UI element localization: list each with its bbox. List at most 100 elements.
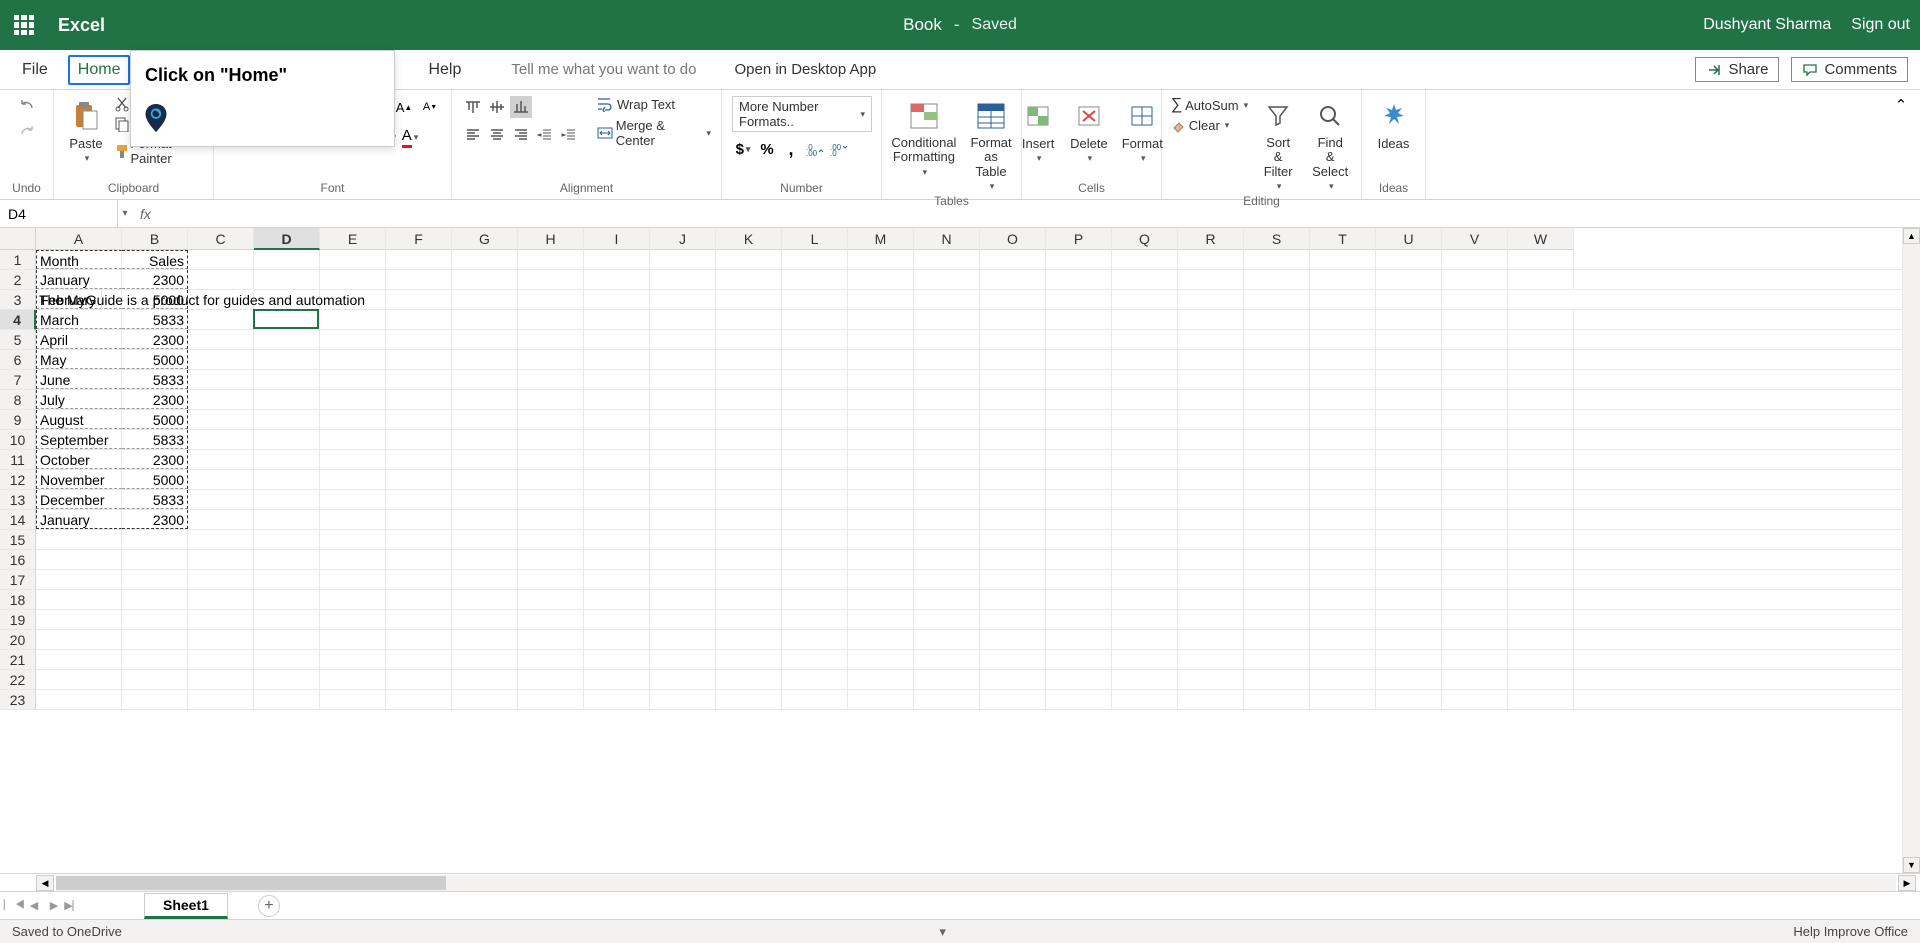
column-header-V[interactable]: V: [1442, 228, 1508, 250]
sheet-nav-last[interactable]: ▶⎸: [64, 899, 84, 913]
share-button[interactable]: Share: [1695, 57, 1779, 82]
cell-F16[interactable]: [386, 550, 452, 569]
cell-U3[interactable]: [1310, 290, 1376, 309]
cell-V1[interactable]: [1442, 250, 1508, 269]
cell-S8[interactable]: [1244, 390, 1310, 409]
cell-V19[interactable]: [1442, 610, 1508, 629]
cell-B2[interactable]: 2300: [122, 270, 188, 289]
cell-A13[interactable]: December: [36, 490, 122, 509]
cell-T6[interactable]: [1310, 350, 1376, 369]
cell-N9[interactable]: [914, 410, 980, 429]
cell-W8[interactable]: [1508, 390, 1574, 409]
cell-H22[interactable]: [518, 670, 584, 689]
cell-K23[interactable]: [716, 690, 782, 709]
cell-Q9[interactable]: [1112, 410, 1178, 429]
cell-E23[interactable]: [320, 690, 386, 709]
cell-Q23[interactable]: [1112, 690, 1178, 709]
cell-S17[interactable]: [1244, 570, 1310, 589]
cell-C9[interactable]: [188, 410, 254, 429]
cell-I3[interactable]: [518, 290, 584, 309]
cell-D20[interactable]: [254, 630, 320, 649]
cell-K13[interactable]: [716, 490, 782, 509]
cell-N7[interactable]: [914, 370, 980, 389]
cell-D11[interactable]: [254, 450, 320, 469]
redo-button[interactable]: [16, 122, 38, 144]
cell-K1[interactable]: [716, 250, 782, 269]
cell-P16[interactable]: [1046, 550, 1112, 569]
find-select-button[interactable]: Find & Select: [1308, 96, 1352, 194]
cell-J1[interactable]: [650, 250, 716, 269]
cell-O5[interactable]: [980, 330, 1046, 349]
cell-L3[interactable]: [716, 290, 782, 309]
scroll-up-button[interactable]: ▲: [1903, 228, 1920, 244]
sheet-nav-first[interactable]: ⎸◀: [4, 899, 24, 912]
cell-I5[interactable]: [584, 330, 650, 349]
cell-U6[interactable]: [1376, 350, 1442, 369]
cell-B8[interactable]: 2300: [122, 390, 188, 409]
cell-T2[interactable]: [1310, 270, 1376, 289]
cell-C21[interactable]: [188, 650, 254, 669]
cell-N8[interactable]: [914, 390, 980, 409]
cell-O8[interactable]: [980, 390, 1046, 409]
cell-R23[interactable]: [1178, 690, 1244, 709]
row-header-16[interactable]: 16: [0, 550, 36, 570]
cell-V18[interactable]: [1442, 590, 1508, 609]
cell-J21[interactable]: [650, 650, 716, 669]
cell-W1[interactable]: [1508, 250, 1574, 269]
cell-D14[interactable]: [254, 510, 320, 529]
cell-B19[interactable]: [122, 610, 188, 629]
delete-cells-button[interactable]: Delete: [1066, 96, 1112, 166]
cell-U19[interactable]: [1376, 610, 1442, 629]
cell-B7[interactable]: 5833: [122, 370, 188, 389]
cell-A1[interactable]: Month: [36, 250, 122, 269]
row-header-20[interactable]: 20: [0, 630, 36, 650]
fx-icon[interactable]: fx: [132, 206, 159, 222]
cell-S13[interactable]: [1244, 490, 1310, 509]
cell-M17[interactable]: [848, 570, 914, 589]
cell-A10[interactable]: September: [36, 430, 122, 449]
cell-N2[interactable]: [914, 270, 980, 289]
cell-K6[interactable]: [716, 350, 782, 369]
cell-V5[interactable]: [1442, 330, 1508, 349]
cell-E21[interactable]: [320, 650, 386, 669]
column-header-I[interactable]: I: [584, 228, 650, 250]
cell-S16[interactable]: [1244, 550, 1310, 569]
user-name[interactable]: Dushyant Sharma: [1703, 16, 1831, 34]
cell-L16[interactable]: [782, 550, 848, 569]
cell-E22[interactable]: [320, 670, 386, 689]
cell-V23[interactable]: [1442, 690, 1508, 709]
cell-F20[interactable]: [386, 630, 452, 649]
cell-H2[interactable]: [518, 270, 584, 289]
cell-G8[interactable]: [452, 390, 518, 409]
cell-I23[interactable]: [584, 690, 650, 709]
cell-E10[interactable]: [320, 430, 386, 449]
cell-T21[interactable]: [1310, 650, 1376, 669]
cell-I16[interactable]: [584, 550, 650, 569]
cell-R4[interactable]: [1178, 310, 1244, 329]
cell-U12[interactable]: [1376, 470, 1442, 489]
cell-S19[interactable]: [1244, 610, 1310, 629]
cell-I4[interactable]: [584, 310, 650, 329]
cell-O10[interactable]: [980, 430, 1046, 449]
cell-K22[interactable]: [716, 670, 782, 689]
cell-B12[interactable]: 5000: [122, 470, 188, 489]
column-header-G[interactable]: G: [452, 228, 518, 250]
cell-B23[interactable]: [122, 690, 188, 709]
cell-U13[interactable]: [1376, 490, 1442, 509]
cell-D6[interactable]: [254, 350, 320, 369]
cell-T9[interactable]: [1310, 410, 1376, 429]
spreadsheet-grid[interactable]: 1234567891011121314151617181920212223 AB…: [0, 228, 1920, 873]
cell-M1[interactable]: [848, 250, 914, 269]
cell-V4[interactable]: [1442, 310, 1508, 329]
cell-G16[interactable]: [452, 550, 518, 569]
cell-H16[interactable]: [518, 550, 584, 569]
cell-A16[interactable]: [36, 550, 122, 569]
cell-N18[interactable]: [914, 590, 980, 609]
cell-T1[interactable]: [1310, 250, 1376, 269]
cell-J4[interactable]: [650, 310, 716, 329]
cell-W5[interactable]: [1508, 330, 1574, 349]
cell-E5[interactable]: [320, 330, 386, 349]
cell-J2[interactable]: [650, 270, 716, 289]
comma-button[interactable]: ,: [780, 138, 802, 160]
cell-D18[interactable]: [254, 590, 320, 609]
